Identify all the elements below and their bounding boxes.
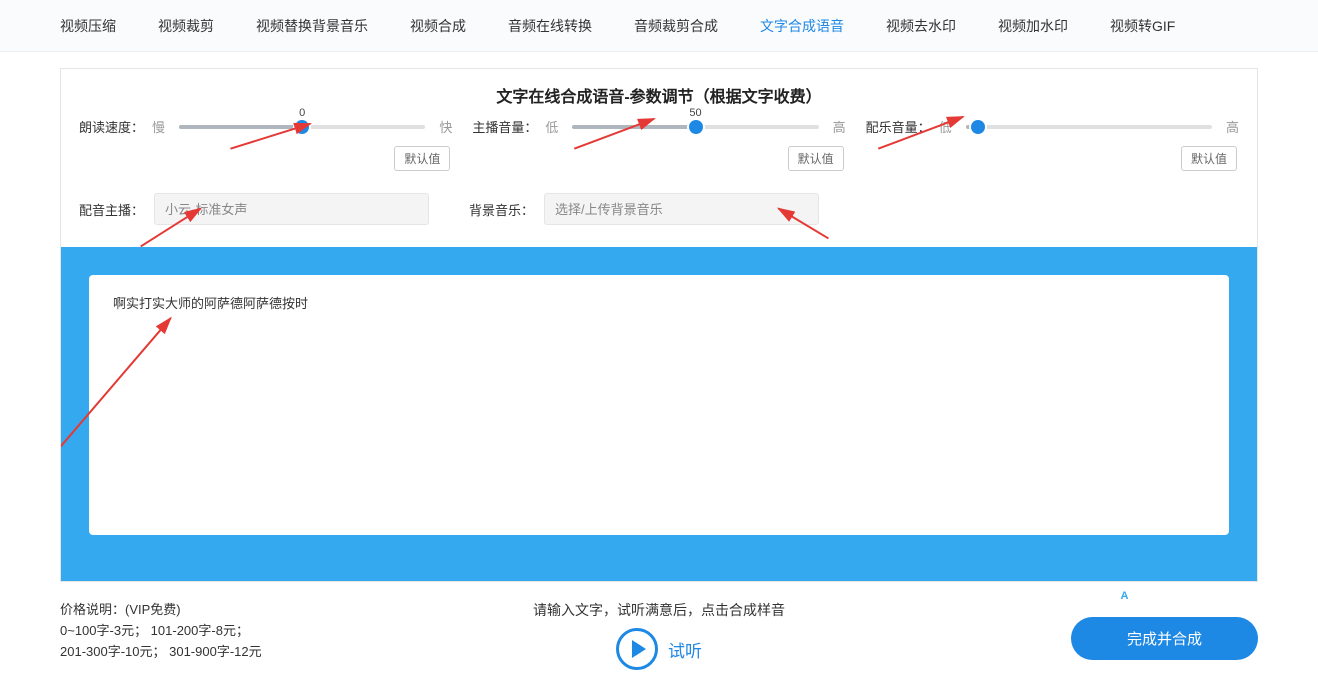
- slider-volume-thumb[interactable]: [689, 120, 703, 134]
- slider-bgm-label: 配乐音量：: [866, 117, 931, 136]
- slider-volume[interactable]: 50: [572, 125, 818, 129]
- nav-item-3[interactable]: 视频合成: [410, 16, 466, 36]
- bottom-bar: 价格说明：(VIP免费) 0~100字-3元； 101-200字-8元； 201…: [0, 582, 1318, 670]
- editor-zone: 啊实打实大师的阿萨德阿萨德按时 A 字符数： 15 / 900: [61, 247, 1257, 581]
- nav-item-6[interactable]: 文字合成语音: [760, 16, 844, 36]
- price-title: 价格说明：(VIP免费): [60, 600, 380, 621]
- slider-volume-default-button[interactable]: 默认值: [788, 146, 844, 171]
- host-label: 配音主播：: [79, 200, 144, 219]
- finish-button[interactable]: 完成并合成: [1071, 617, 1258, 660]
- panel-title: 文字在线合成语音-参数调节（根据文字收费）: [61, 69, 1257, 117]
- nav-item-5[interactable]: 音频裁剪合成: [634, 16, 718, 36]
- selects-row: 配音主播： 小云-标准女声 背景音乐： 选择/上传背景音乐: [61, 189, 1257, 247]
- slider-bgm-block: 配乐音量： 低 高 默认值: [866, 117, 1239, 171]
- play-icon: [616, 628, 658, 670]
- nav-item-2[interactable]: 视频替换背景音乐: [256, 16, 368, 36]
- top-nav: 视频压缩 视频裁剪 视频替换背景音乐 视频合成 音频在线转换 音频裁剪合成 文字合成语音 视频…: [0, 0, 1318, 52]
- nav-item-8[interactable]: 视频加水印: [998, 16, 1068, 36]
- host-select[interactable]: 小云-标准女声: [154, 193, 429, 225]
- slider-speed-default-button[interactable]: 默认值: [394, 146, 450, 171]
- hint-text: 请输入文字，试听满意后，点击合成样音: [533, 600, 785, 620]
- slider-bgm[interactable]: [966, 125, 1212, 129]
- slider-speed-high: 快: [439, 117, 452, 136]
- slider-bgm-default-button[interactable]: 默认值: [1181, 146, 1237, 171]
- price-info: 价格说明：(VIP免费) 0~100字-3元； 101-200字-8元； 201…: [60, 600, 380, 662]
- price-lines: 0~100字-3元； 101-200字-8元； 201-300字-10元； 30…: [60, 621, 380, 663]
- slider-volume-label: 主播音量：: [472, 117, 537, 136]
- slider-volume-high: 高: [833, 117, 846, 136]
- slider-speed-value: 0: [299, 107, 305, 119]
- sliders-row: 朗读速度： 慢 0 快 默认值 主播音量： 低 50 高: [61, 117, 1257, 189]
- slider-volume-value: 50: [689, 107, 701, 119]
- play-button[interactable]: 试听: [533, 628, 785, 670]
- slider-volume-block: 主播音量： 低 50 高 默认值: [472, 117, 845, 171]
- slider-bgm-low: 低: [939, 117, 952, 136]
- slider-bgm-thumb[interactable]: [971, 120, 985, 134]
- nav-item-4[interactable]: 音频在线转换: [508, 16, 592, 36]
- play-label: 试听: [668, 637, 702, 662]
- editor-text: 啊实打实大师的阿萨德阿萨德按时: [113, 296, 308, 311]
- nav-item-1[interactable]: 视频裁剪: [158, 16, 214, 36]
- slider-speed-thumb[interactable]: [295, 120, 309, 134]
- slider-volume-low: 低: [545, 117, 558, 136]
- text-editor[interactable]: 啊实打实大师的阿萨德阿萨德按时: [89, 275, 1229, 535]
- slider-speed[interactable]: 0: [179, 125, 425, 129]
- nav-item-9[interactable]: 视频转GIF: [1110, 16, 1175, 36]
- bgm-select[interactable]: 选择/上传背景音乐: [544, 193, 819, 225]
- nav-item-0[interactable]: 视频压缩: [60, 16, 116, 36]
- slider-speed-block: 朗读速度： 慢 0 快 默认值: [79, 117, 452, 171]
- bgm-label: 背景音乐：: [469, 200, 534, 219]
- nav-item-7[interactable]: 视频去水印: [886, 16, 956, 36]
- slider-speed-low: 慢: [152, 117, 165, 136]
- slider-speed-label: 朗读速度：: [79, 117, 144, 136]
- center-hint-block: 请输入文字，试听满意后，点击合成样音 试听: [533, 600, 785, 670]
- settings-panel: 文字在线合成语音-参数调节（根据文字收费） 朗读速度： 慢 0 快 默认值 主播…: [60, 68, 1258, 582]
- slider-bgm-high: 高: [1226, 117, 1239, 136]
